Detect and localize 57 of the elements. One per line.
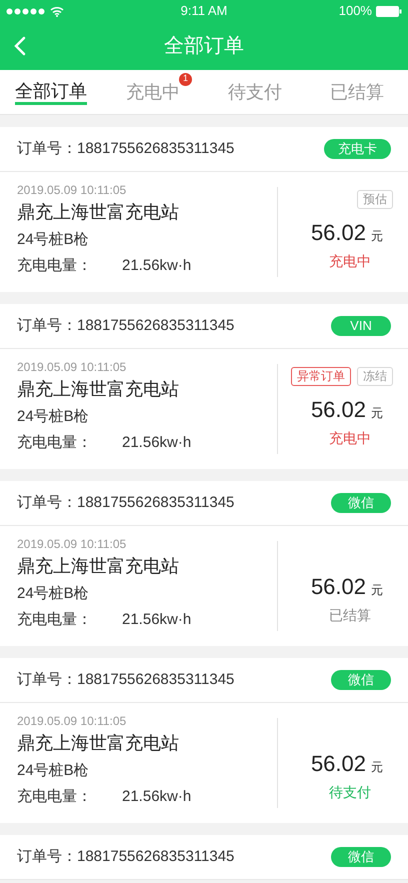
order-tag: 预估 xyxy=(357,190,393,209)
station-name: 鼎充上海世富充电站 xyxy=(17,201,180,224)
energy-value: 21.56kw·h xyxy=(122,787,192,807)
currency-unit: 元 xyxy=(371,405,383,422)
station-name: 鼎充上海世富充电站 xyxy=(17,555,180,578)
order-time: 2019.05.09 10:11:05 xyxy=(17,714,128,728)
order-amount: 56.02 xyxy=(310,750,366,778)
channel-label: 充电卡 xyxy=(324,139,391,159)
tab-badge: 1 xyxy=(179,72,192,86)
order-amount: 56.02 xyxy=(310,219,366,247)
order-time: 2019.05.09 10:11:05 xyxy=(17,183,128,197)
currency-unit: 元 xyxy=(371,582,383,599)
channel-label: VIN xyxy=(331,316,391,336)
order-number: 订单号：1881755626835311345 xyxy=(17,492,234,513)
energy-value: 21.56kw·h xyxy=(122,433,192,453)
pile-name: 24号桩B枪 xyxy=(17,407,90,427)
channel-label: 微信 xyxy=(331,493,391,513)
energy-label: 充电电量： xyxy=(17,787,93,807)
station-name: 鼎充上海世富充电站 xyxy=(17,732,180,755)
status-time: 9:11 AM xyxy=(180,2,228,20)
order-status: 充电中 xyxy=(329,252,371,271)
back-icon xyxy=(14,36,26,56)
order-tag: 冻结 xyxy=(357,367,393,386)
tab[interactable]: 充电中 1 xyxy=(102,70,204,114)
energy-label: 充电电量： xyxy=(17,433,93,453)
energy-label: 充电电量： xyxy=(17,256,93,276)
order-time: 2019.05.09 10:11:05 xyxy=(17,537,128,551)
tab[interactable]: 已结算 xyxy=(306,70,408,114)
currency-unit: 元 xyxy=(371,228,383,245)
pile-name: 24号桩B枪 xyxy=(17,761,90,781)
order-status: 待支付 xyxy=(329,783,371,802)
tab[interactable]: 待支付 xyxy=(204,70,306,114)
battery-percent: 100% xyxy=(338,2,372,20)
tab[interactable]: 全部订单 xyxy=(0,70,102,114)
energy-value: 21.56kw·h xyxy=(122,610,192,630)
page-title: 全部订单 xyxy=(164,34,244,59)
signal-icon xyxy=(6,8,46,14)
order-tag: 异常订单 xyxy=(291,367,351,386)
battery-icon xyxy=(376,6,402,16)
channel-label: 微信 xyxy=(331,847,391,867)
wifi-icon xyxy=(50,6,64,16)
order-number: 订单号：1881755626835311345 xyxy=(17,846,234,867)
order-amount: 56.02 xyxy=(310,396,366,424)
energy-value: 21.56kw·h xyxy=(122,256,192,276)
order-status: 充电中 xyxy=(329,429,371,448)
station-name: 鼎充上海世富充电站 xyxy=(17,378,180,401)
currency-unit: 元 xyxy=(371,759,383,776)
order-number: 订单号：1881755626835311345 xyxy=(17,316,234,336)
channel-label: 微信 xyxy=(331,670,391,690)
energy-label: 充电电量： xyxy=(17,610,93,630)
order-time: 2019.05.09 10:11:05 xyxy=(17,360,128,374)
order-number: 订单号：1881755626835311345 xyxy=(17,670,234,690)
order-number: 订单号：1881755626835311345 xyxy=(17,138,234,159)
pile-name: 24号桩B枪 xyxy=(17,230,90,250)
pile-name: 24号桩B枪 xyxy=(17,584,90,604)
order-status: 已结算 xyxy=(329,606,371,625)
order-amount: 56.02 xyxy=(310,573,366,601)
